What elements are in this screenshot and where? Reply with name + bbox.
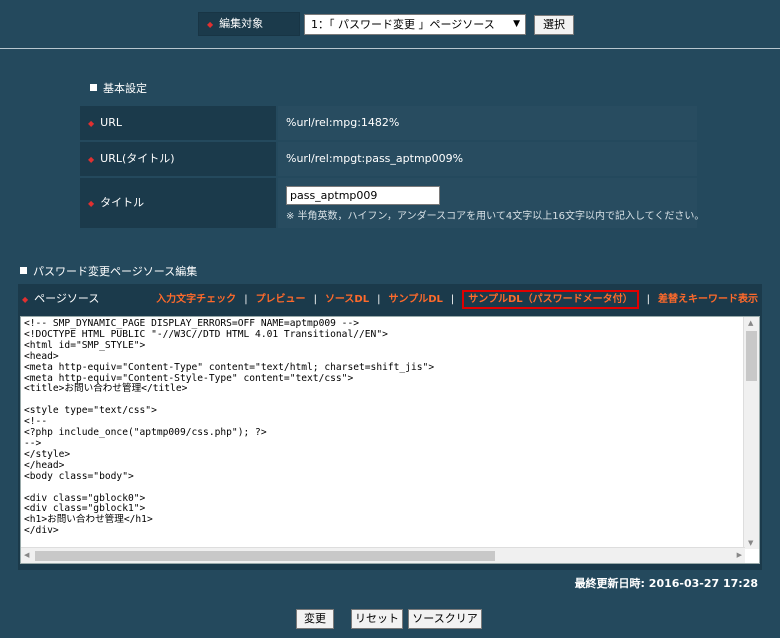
select-button[interactable]: 選択: [534, 15, 574, 35]
bullet-icon: ◆: [88, 199, 95, 208]
vertical-scroll-thumb[interactable]: [746, 331, 757, 381]
square-bullet-icon: [90, 84, 97, 91]
square-bullet-icon: [20, 267, 27, 274]
source-download-link[interactable]: ソースDL: [325, 294, 369, 305]
dropdown-arrow-icon: ▼: [513, 19, 520, 29]
source-code[interactable]: <!-- SMP_DYNAMIC_PAGE DISPLAY_ERRORS=OFF…: [24, 318, 434, 537]
url-title-label: ◆ URL(タイトル): [80, 142, 276, 176]
horizontal-scrollbar[interactable]: ◀ ▶: [21, 547, 745, 563]
bullet-icon: ◆: [207, 20, 214, 29]
bullet-icon: ◆: [22, 295, 29, 304]
source-textarea[interactable]: <!-- SMP_DYNAMIC_PAGE DISPLAY_ERRORS=OFF…: [20, 316, 760, 564]
change-button[interactable]: 変更: [296, 609, 334, 629]
source-toolbar: ◆ ページソース 入力文字チェック | プレビュー | ソースDL | サンプルDL | サンプル…: [18, 284, 762, 310]
url-label: ◆ URL: [80, 106, 276, 140]
bullet-icon: ◆: [88, 119, 95, 128]
sample-download-link[interactable]: サンプルDL: [389, 294, 443, 305]
toolbar-links: 入力文字チェック | プレビュー | ソースDL | サンプルDL | サンプルDL（パスワード…: [156, 290, 758, 309]
reset-button[interactable]: リセット: [351, 609, 403, 629]
edit-target-text: 編集対象: [219, 17, 264, 30]
source-clear-button[interactable]: ソースクリア: [408, 609, 482, 629]
vertical-scrollbar[interactable]: ▲ ▼: [743, 317, 759, 549]
char-check-link[interactable]: 入力文字チェック: [156, 294, 236, 305]
toolbar-title: ◆ ページソース: [22, 292, 100, 305]
edit-target-label: ◆ 編集対象: [198, 12, 300, 36]
scroll-down-icon[interactable]: ▼: [748, 539, 753, 547]
last-updated: 最終更新日時: 2016-03-27 17:28: [574, 577, 758, 590]
url-title-value: %url/rel:mpgt:pass_aptmp009%: [278, 142, 697, 176]
scroll-right-icon[interactable]: ▶: [737, 551, 742, 559]
title-note: ※ 半角英数，ハイフン，アンダースコアを用いて4文字以上16文字以内で記入してく…: [286, 211, 705, 222]
title-input[interactable]: [286, 186, 440, 205]
replace-keywords-link[interactable]: 差替えキーワード表示: [658, 294, 758, 305]
bullet-icon: ◆: [88, 155, 95, 164]
title-label: ◆ タイトル: [80, 178, 276, 228]
scroll-up-icon[interactable]: ▲: [748, 319, 753, 327]
edit-target-select[interactable]: 1：「 パスワード変更 」ページソース ▼: [304, 14, 526, 35]
title-cell: ※ 半角英数，ハイフン，アンダースコアを用いて4文字以上16文字以内で記入してく…: [278, 178, 704, 228]
divider: [0, 48, 780, 49]
editor-frame: <!-- SMP_DYNAMIC_PAGE DISPLAY_ERRORS=OFF…: [18, 310, 762, 570]
horizontal-scroll-thumb[interactable]: [35, 551, 495, 561]
sample-download-meter-link[interactable]: サンプルDL（パスワードメータ付）: [462, 290, 639, 309]
preview-link[interactable]: プレビュー: [256, 294, 306, 305]
url-value: %url/rel:mpg:1482%: [278, 106, 697, 140]
basic-settings-heading: 基本設定: [90, 80, 147, 96]
edit-target-selected: 1：「 パスワード変更 」ページソース: [311, 18, 495, 31]
scroll-left-icon[interactable]: ◀: [24, 551, 29, 559]
source-edit-heading: パスワード変更ページソース編集: [20, 263, 197, 279]
